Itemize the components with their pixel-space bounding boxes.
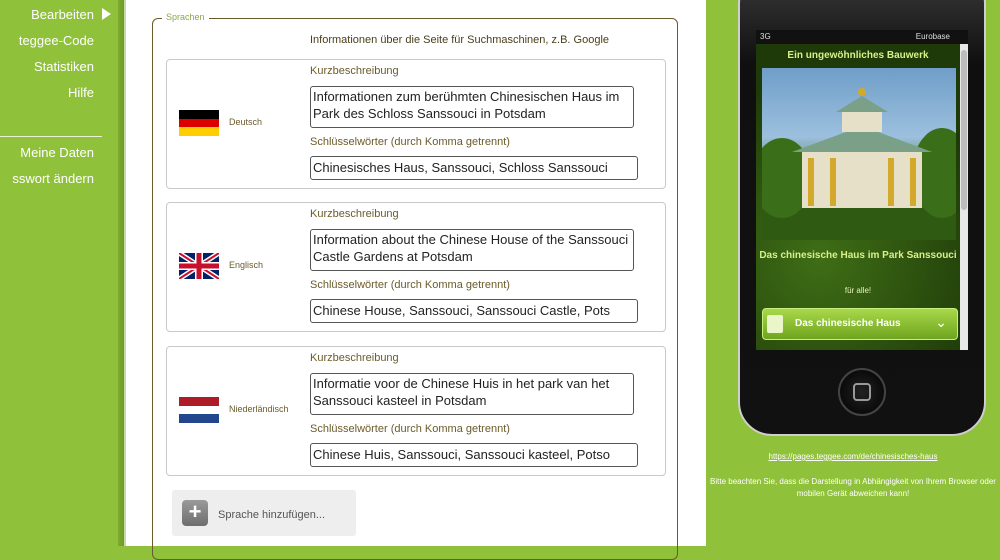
keywords-label: Schlüsselwörter (durch Komma getrennt)	[310, 136, 510, 148]
carrier-name: Eurobase	[915, 32, 950, 41]
flag-netherlands-icon	[179, 397, 219, 423]
phone-home-button	[838, 368, 886, 416]
preview-scrollbar[interactable]	[960, 44, 968, 350]
main-panel: Sprachen Informationen über die Seite fü…	[124, 0, 708, 560]
sidebar-divider	[0, 136, 102, 137]
keywords-label: Schlüsselwörter (durch Komma getrennt)	[310, 423, 510, 435]
plus-icon: +	[182, 500, 208, 526]
chevron-down-icon: ⌄	[935, 314, 947, 330]
preview-disclaimer: Bitte beachten Sie, dass die Darstellung…	[710, 477, 996, 498]
phone-status-bar: 3G Eurobase	[756, 30, 968, 44]
language-block-englisch: Englisch Kurzbeschreibung Information ab…	[166, 202, 666, 332]
chinese-house-photo	[756, 68, 968, 240]
short-description-input-englisch[interactable]: Information about the Chinese House of t…	[310, 229, 634, 271]
sidebar-item-teggee-code[interactable]: teggee-Code	[19, 33, 94, 48]
chinese-house-image-icon	[756, 88, 968, 240]
language-name: Niederländisch	[229, 404, 289, 414]
language-name: Englisch	[229, 260, 264, 270]
preview-caption: Das chinesische Haus im Park Sanssouci	[759, 250, 957, 261]
flag-uk-icon	[179, 253, 219, 279]
sidebar-item-passwort-aendern[interactable]: sswort ändern	[12, 171, 94, 186]
active-arrow-icon	[102, 8, 111, 20]
sidebar-item-statistiken[interactable]: Statistiken	[34, 59, 94, 74]
add-language-label: Sprache hinzufügen...	[218, 509, 326, 521]
short-description-input-niederlaendisch[interactable]: Informatie voor de Chinese Huis in het p…	[310, 373, 634, 415]
add-language-button[interactable]: + Sprache hinzufügen...	[172, 490, 356, 536]
seo-info-text: Informationen über die Seite für Suchmas…	[310, 34, 610, 46]
preview-url-link[interactable]: https://pages.teggee.com/de/chinesisches…	[706, 452, 1000, 461]
short-description-input-deutsch[interactable]: Informationen zum berühmten Chinesischen…	[310, 86, 634, 128]
sidebar-item-hilfe[interactable]: Hilfe	[68, 85, 94, 100]
preview-dropdown-button[interactable]: Das chinesische Haus ⌄	[762, 308, 958, 340]
short-description-label: Kurzbeschreibung	[310, 352, 399, 364]
sidebar-item-bearbeiten[interactable]: Bearbeiten	[31, 7, 94, 22]
language-block-deutsch: Deutsch Kurzbeschreibung Informationen z…	[166, 59, 666, 189]
keywords-input-niederlaendisch[interactable]: Chinese Huis, Sanssouci, Sanssouci kaste…	[310, 443, 638, 467]
signal-indicator: 3G	[760, 32, 771, 41]
keywords-label: Schlüsselwörter (durch Komma getrennt)	[310, 279, 510, 291]
phone-frame: 3G Eurobase Ein ungewöhnliches Bauwerk D…	[738, 0, 986, 436]
sidebar-item-meine-daten[interactable]: Meine Daten	[20, 145, 94, 160]
fieldset-legend: Sprachen	[162, 12, 209, 22]
keywords-input-deutsch[interactable]: Chinesisches Haus, Sanssouci, Schloss Sa…	[310, 156, 638, 180]
short-description-label: Kurzbeschreibung	[310, 208, 399, 220]
language-name: Deutsch	[229, 117, 263, 127]
preview-subcaption: für alle!	[844, 286, 872, 295]
preview-title: Ein ungewöhnliches Bauwerk	[787, 50, 929, 61]
sidebar: Bearbeiten teggee-Code Statistiken Hilfe…	[0, 0, 122, 546]
mobile-preview-panel: 3G Eurobase Ein ungewöhnliches Bauwerk D…	[706, 0, 1000, 546]
flag-germany-icon	[179, 110, 219, 136]
keywords-input-englisch[interactable]: Chinese House, Sanssouci, Sanssouci Cast…	[310, 299, 638, 323]
short-description-label: Kurzbeschreibung	[310, 65, 399, 77]
document-icon	[767, 315, 783, 333]
language-block-niederlaendisch: Niederländisch Kurzbeschreibung Informat…	[166, 346, 666, 476]
phone-screen: 3G Eurobase Ein ungewöhnliches Bauwerk D…	[756, 30, 968, 350]
preview-button-label: Das chinesische Haus	[795, 318, 901, 329]
